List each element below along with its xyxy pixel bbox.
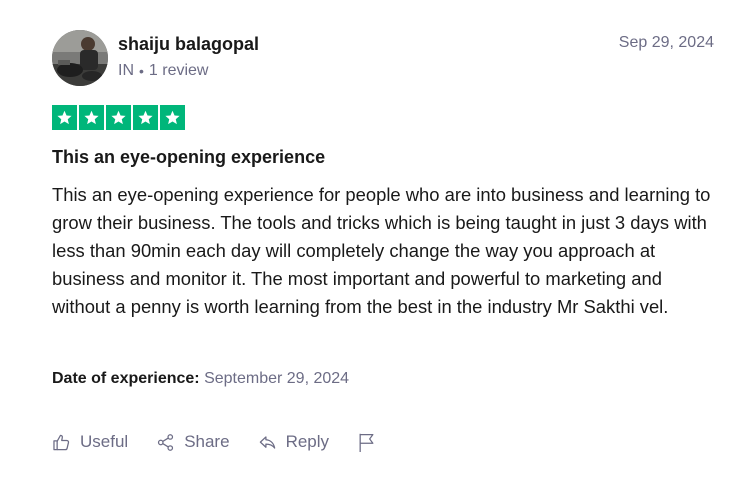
share-button[interactable]: Share	[156, 430, 230, 454]
review-card: shaiju balagopal IN • 1 review Sep 29, 2…	[0, 0, 752, 480]
review-actions: Useful Share Reply	[52, 430, 376, 454]
reply-button[interactable]: Reply	[258, 430, 329, 454]
reviewer-name[interactable]: shaiju balagopal	[118, 33, 259, 55]
reviewer-meta: IN • 1 review	[118, 61, 259, 81]
useful-label: Useful	[80, 432, 129, 451]
flag-icon	[359, 433, 374, 452]
avatar[interactable]	[52, 30, 108, 86]
star-icon	[133, 105, 158, 130]
star-icon	[160, 105, 185, 130]
reply-label: Reply	[285, 432, 330, 451]
review-title[interactable]: This an eye-opening experience	[52, 146, 325, 168]
share-label: Share	[184, 432, 230, 451]
meta-separator: •	[139, 63, 144, 79]
review-header: shaiju balagopal IN • 1 review Sep 29, 2…	[52, 30, 714, 86]
reply-icon	[259, 435, 275, 449]
star-icon	[52, 105, 77, 130]
reviewer-info: shaiju balagopal IN • 1 review	[118, 30, 259, 81]
reviewer-review-count: 1 review	[148, 62, 209, 79]
star-rating	[52, 105, 185, 130]
useful-button[interactable]: Useful	[52, 430, 128, 454]
review-body: This an eye-opening experience for peopl…	[52, 184, 711, 317]
star-icon	[106, 105, 131, 130]
experience-date: September 29, 2024	[204, 370, 350, 387]
share-icon	[158, 433, 174, 451]
experience-label: Date of experience:	[52, 370, 200, 387]
review-date: Sep 29, 2024	[618, 34, 714, 51]
reviewer-country: IN	[118, 62, 134, 79]
date-of-experience: Date of experience: September 29, 2024	[52, 369, 349, 389]
thumbs-up-icon	[53, 434, 70, 450]
report-button[interactable]	[357, 432, 376, 453]
star-icon	[79, 105, 104, 130]
